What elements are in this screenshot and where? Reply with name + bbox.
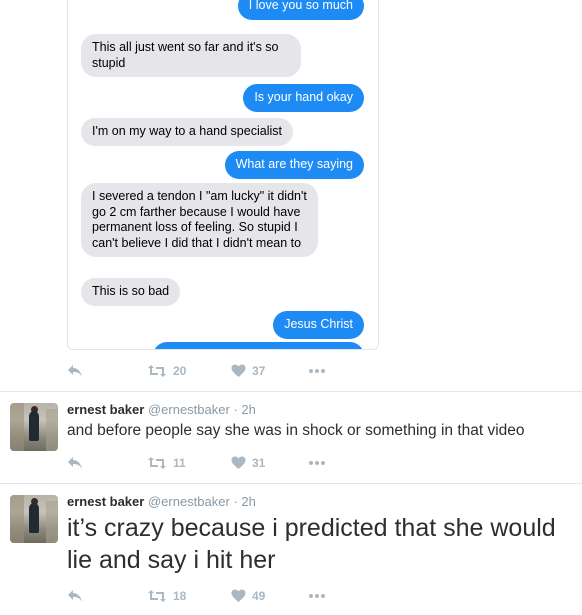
reply-button[interactable]	[67, 586, 83, 606]
tweet-text: and before people say she was in shock o…	[67, 422, 525, 439]
avatar[interactable]	[10, 495, 58, 543]
reply-icon	[67, 364, 83, 378]
like-count: 31	[252, 456, 266, 470]
more-button[interactable]	[308, 361, 326, 381]
message-bubble-incoming: This all just went so far and it's so st…	[81, 34, 301, 77]
reply-button[interactable]	[67, 361, 83, 381]
message-bubble-outgoing: Is your hand okay	[243, 84, 364, 112]
tweet-actions: 20 37	[67, 361, 367, 381]
retweet-button[interactable]: 20	[147, 361, 186, 381]
message-bubble-incoming: This is so bad	[81, 278, 181, 306]
reply-icon	[67, 456, 83, 470]
timeline: I love you so much This all just went so…	[0, 0, 582, 615]
like-button[interactable]: 37	[231, 361, 265, 381]
message-bubble-outgoing: I love you so much	[237, 0, 364, 20]
like-count: 49	[252, 589, 266, 603]
username[interactable]: @ernestbaker	[148, 494, 230, 509]
tweet: ernest baker @ernestbaker · 2h and befor…	[0, 392, 582, 483]
like-button[interactable]: 31	[231, 453, 265, 473]
reply-button[interactable]	[67, 453, 83, 473]
heart-icon	[231, 456, 246, 470]
display-name[interactable]: ernest baker	[67, 494, 144, 509]
tweet-header: ernest baker @ernestbaker · 2h	[67, 494, 256, 510]
tweet-actions: 18 49	[67, 586, 367, 606]
tweet-actions: 11 31	[67, 453, 367, 473]
retweet-icon	[147, 456, 167, 470]
more-icon	[308, 593, 326, 599]
heart-icon	[231, 364, 246, 378]
retweet-count: 20	[173, 364, 187, 378]
display-name[interactable]: ernest baker	[67, 402, 144, 417]
more-icon	[308, 460, 326, 466]
tweet-header: ernest baker @ernestbaker · 2h	[67, 402, 256, 418]
timestamp[interactable]: 2h	[241, 402, 255, 417]
retweet-count: 11	[173, 456, 186, 470]
message-bubble-outgoing: Are you going to be okay, how is it	[152, 342, 364, 349]
retweet-count: 18	[173, 589, 187, 603]
more-button[interactable]	[308, 453, 326, 473]
separator-dot: ·	[233, 402, 238, 417]
heart-icon	[231, 589, 246, 603]
message-bubble-incoming: I'm on my way to a hand specialist	[81, 118, 293, 146]
more-icon	[308, 368, 326, 374]
reply-icon	[67, 589, 83, 603]
retweet-icon	[147, 589, 167, 603]
tweet-media-screenshot[interactable]: I love you so much This all just went so…	[67, 0, 379, 350]
retweet-button[interactable]: 11	[147, 453, 186, 473]
like-button[interactable]: 49	[231, 586, 265, 606]
timestamp[interactable]: 2h	[241, 494, 255, 509]
tweet-text: it’s crazy because i predicted that she …	[67, 514, 556, 574]
retweet-button[interactable]: 18	[147, 586, 186, 606]
username[interactable]: @ernestbaker	[148, 402, 230, 417]
message-bubble-outgoing: Jesus Christ	[273, 311, 364, 339]
like-count: 37	[252, 364, 266, 378]
message-bubble-incoming: I severed a tendon I "am lucky" it didn'…	[81, 183, 318, 257]
message-bubble-outgoing: What are they saying	[224, 151, 364, 179]
separator-dot: ·	[233, 494, 238, 509]
retweet-icon	[147, 364, 167, 378]
tweet: ernest baker @ernestbaker · 2h it’s craz…	[0, 484, 582, 615]
avatar[interactable]	[10, 403, 58, 451]
more-button[interactable]	[308, 586, 326, 606]
